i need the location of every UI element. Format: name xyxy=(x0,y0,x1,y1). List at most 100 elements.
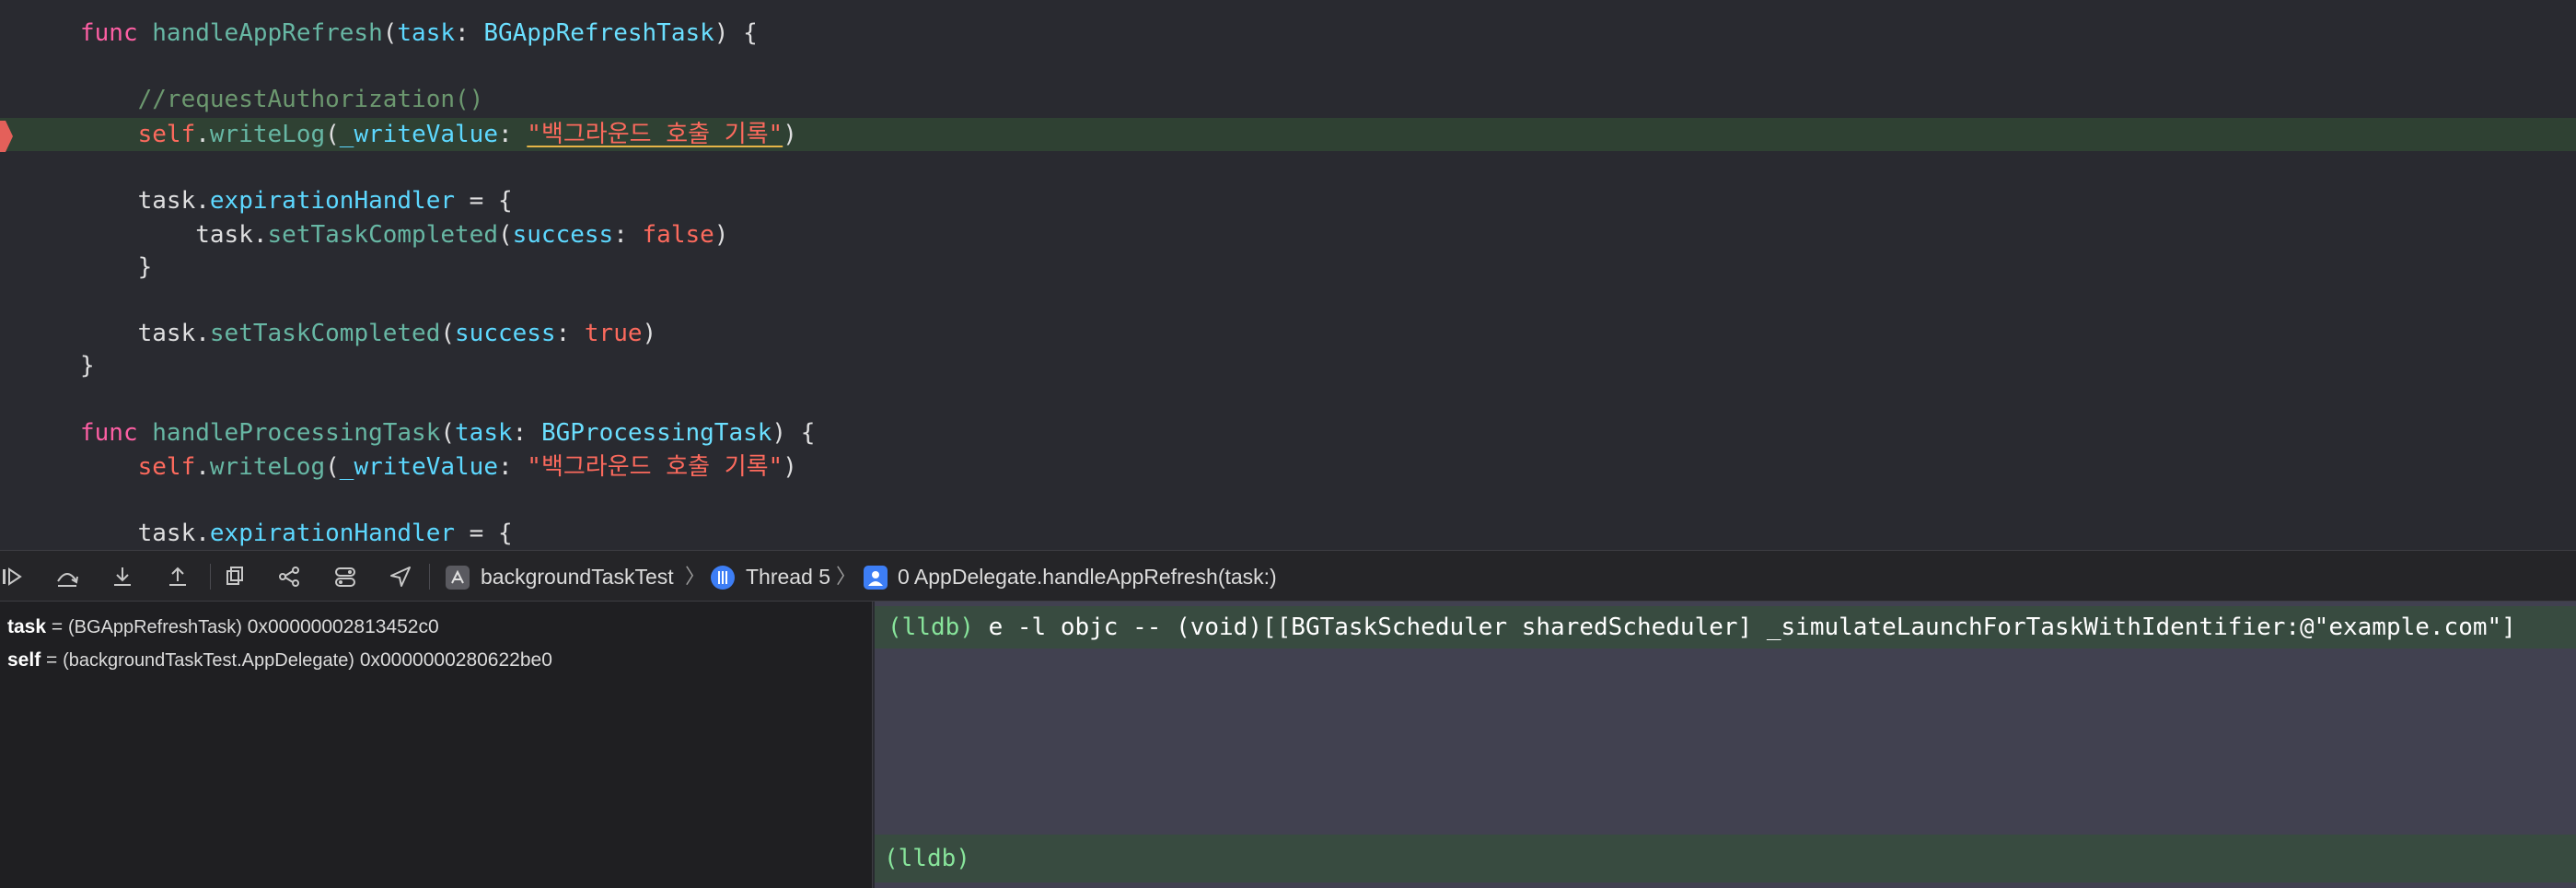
code-token: "백그라운드 호출 기록" xyxy=(527,453,783,481)
code-token: . xyxy=(195,453,210,481)
code-token: . xyxy=(195,121,210,148)
variable-type: (BGAppRefreshTask) xyxy=(67,617,242,637)
code-token: ) xyxy=(783,453,797,481)
variables-view[interactable]: task = (BGAppRefreshTask) 0x000000028134… xyxy=(0,602,873,888)
code-text: } xyxy=(80,251,153,284)
breadcrumb-frame[interactable]: 0 AppDelegate.handleAppRefresh(task:) xyxy=(898,551,1277,602)
chevron-right-icon: 〉 xyxy=(836,565,857,588)
code-token: true xyxy=(584,320,643,347)
code-line[interactable]: } xyxy=(0,251,2576,284)
simulate-location-icon[interactable] xyxy=(387,564,414,590)
code-token: ( xyxy=(325,453,340,481)
code-line[interactable]: func handleAppRefresh(task: BGAppRefresh… xyxy=(0,17,2576,50)
breadcrumb-thread[interactable]: Thread 5 xyxy=(746,551,830,602)
console-input[interactable]: (lldb) xyxy=(875,835,2576,882)
code-text: self.writeLog(_writeValue: "백그라운드 호출 기록"… xyxy=(80,118,797,151)
code-line[interactable]: //requestAuthorization() xyxy=(0,83,2576,116)
console-prompt: (lldb) xyxy=(884,845,970,872)
code-token: ) xyxy=(783,121,797,148)
code-token: ( xyxy=(497,221,513,249)
code-text: task.expirationHandler = { xyxy=(80,517,513,550)
view-hierarchy-icon[interactable] xyxy=(221,564,249,590)
code-line[interactable]: self.writeLog(_writeValue: "백그라운드 호출 기록"… xyxy=(0,450,2576,484)
step-into-icon[interactable] xyxy=(109,564,136,590)
code-editor[interactable]: func handleAppRefresh(task: BGAppRefresh… xyxy=(0,0,2576,550)
code-token: ( xyxy=(440,320,456,347)
code-text: func handleProcessingTask(task: BGProces… xyxy=(80,416,815,450)
variable-name: self xyxy=(7,649,41,671)
variable-name: task xyxy=(7,616,47,637)
code-token: . xyxy=(195,320,210,347)
code-token: ) { xyxy=(772,419,816,447)
code-token: = { xyxy=(455,187,513,215)
code-line[interactable]: task.setTaskCompleted(success: true) xyxy=(0,317,2576,350)
code-token: handleProcessingTask xyxy=(152,419,441,447)
code-text: task.setTaskCompleted(success: false) xyxy=(80,218,728,251)
code-text: func handleAppRefresh(task: BGAppRefresh… xyxy=(80,17,758,50)
code-token: _writeValue xyxy=(339,121,498,148)
environment-overrides-icon[interactable] xyxy=(331,564,359,590)
code-text: task.setTaskCompleted(success: true) xyxy=(80,317,657,350)
toolbar-divider xyxy=(429,564,430,590)
code-token: : xyxy=(613,221,643,249)
step-out-icon[interactable] xyxy=(164,564,191,590)
code-token: : xyxy=(512,419,541,447)
breadcrumb-project[interactable]: backgroundTaskTest xyxy=(481,551,674,602)
code-token: func xyxy=(80,19,138,47)
variable-value: 0x0000000280622be0 xyxy=(359,649,552,671)
code-token: self xyxy=(137,453,196,481)
code-line[interactable]: task.expirationHandler = { xyxy=(0,517,2576,550)
code-line[interactable]: self.writeLog(_writeValue: "백그라운드 호출 기록"… xyxy=(0,118,2576,151)
code-token: . xyxy=(252,221,268,249)
code-token: self xyxy=(137,121,196,148)
code-token: BGProcessingTask xyxy=(540,419,772,447)
step-over-icon[interactable] xyxy=(53,564,81,590)
code-token: func xyxy=(80,419,138,447)
console-command-line: (lldb) e -l objc -- (void)[[BGTaskSchedu… xyxy=(875,606,2576,648)
code-line[interactable]: } xyxy=(0,349,2576,382)
breakpoint-icon[interactable] xyxy=(0,121,13,152)
code-line[interactable]: task.setTaskCompleted(success: false) xyxy=(0,218,2576,251)
code-token: writeLog xyxy=(209,453,326,481)
code-token: : xyxy=(455,19,484,47)
code-token: } xyxy=(80,352,95,380)
code-token: success xyxy=(455,320,556,347)
code-token: "백그라운드 호출 기록" xyxy=(527,121,783,148)
code-token: _writeValue xyxy=(339,453,498,481)
code-token: handleAppRefresh xyxy=(152,19,383,47)
variable-value: 0x00000002813452c0 xyxy=(247,616,439,637)
lldb-console[interactable]: (lldb) e -l objc -- (void)[[BGTaskSchedu… xyxy=(875,602,2576,888)
code-token: ) xyxy=(642,320,657,347)
continue-icon[interactable] xyxy=(0,564,28,590)
code-token: writeLog xyxy=(209,121,326,148)
code-text: task.expirationHandler = { xyxy=(80,184,513,217)
app-target-icon xyxy=(446,566,470,590)
code-token: = { xyxy=(455,520,513,547)
code-token: ( xyxy=(382,19,398,47)
code-line[interactable]: task.expirationHandler = { xyxy=(0,184,2576,217)
console-prompt: (lldb) xyxy=(888,613,974,641)
code-token: } xyxy=(80,253,153,281)
code-token: task xyxy=(137,187,196,215)
code-line[interactable]: func handleProcessingTask(task: BGProces… xyxy=(0,416,2576,450)
memory-graph-icon[interactable] xyxy=(276,564,304,590)
code-token: setTaskCompleted xyxy=(267,221,498,249)
code-token: task xyxy=(397,19,456,47)
code-token: : xyxy=(497,121,528,148)
variable-row[interactable]: task = (BGAppRefreshTask) 0x000000028134… xyxy=(7,616,439,638)
code-token: task xyxy=(455,419,513,447)
code-token: . xyxy=(195,520,210,547)
variable-type: (backgroundTaskTest.AppDelegate) xyxy=(63,650,354,671)
code-token: . xyxy=(195,187,210,215)
chevron-right-icon: 〉 xyxy=(685,565,706,588)
code-token: ( xyxy=(440,419,456,447)
variable-row[interactable]: self = (backgroundTaskTest.AppDelegate) … xyxy=(7,649,552,672)
